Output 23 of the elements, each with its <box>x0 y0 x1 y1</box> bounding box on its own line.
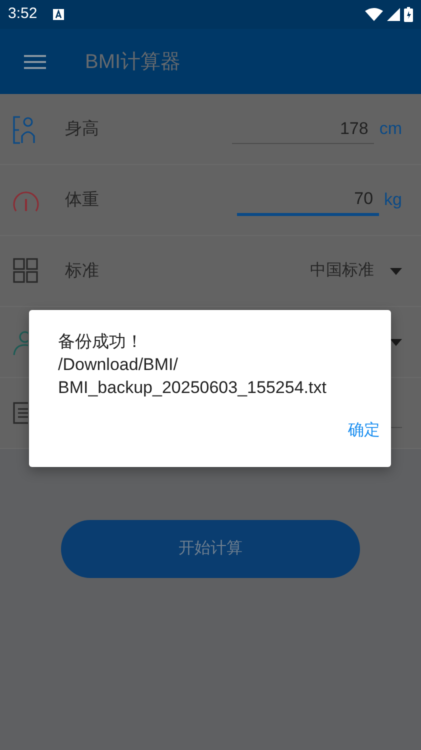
input-field[interactable]: 70 <box>237 184 380 216</box>
dialog-message: 备份成功！ /Download/BMI/ BMI_backup_20250603_155254.txt <box>58 331 328 399</box>
wifi-icon <box>365 8 383 21</box>
menu-icon <box>24 54 46 70</box>
clock-time: 3:52 <box>8 4 38 24</box>
dropdown-value[interactable]: 中国标准 <box>310 259 374 283</box>
signal-icon <box>387 8 400 21</box>
caret-icon <box>390 268 402 274</box>
field-label: 标准 <box>65 260 99 282</box>
field-label: 身高 <box>65 118 99 140</box>
unit-label: cm <box>379 118 402 140</box>
caret-icon <box>390 338 402 346</box>
grid-icon <box>12 256 40 286</box>
unit-label: kg <box>384 189 402 212</box>
battery-icon <box>404 7 413 22</box>
list-icon <box>12 401 28 427</box>
confirm-button[interactable]: 确定 <box>342 415 386 447</box>
start-button[interactable]: 开始计算 <box>61 520 360 578</box>
field-label: 体重 <box>65 189 99 212</box>
input-field[interactable]: 178 <box>232 114 374 144</box>
person-icon <box>12 330 28 356</box>
notification-icon <box>53 9 64 20</box>
app-title: BMI计算器 <box>85 50 181 74</box>
